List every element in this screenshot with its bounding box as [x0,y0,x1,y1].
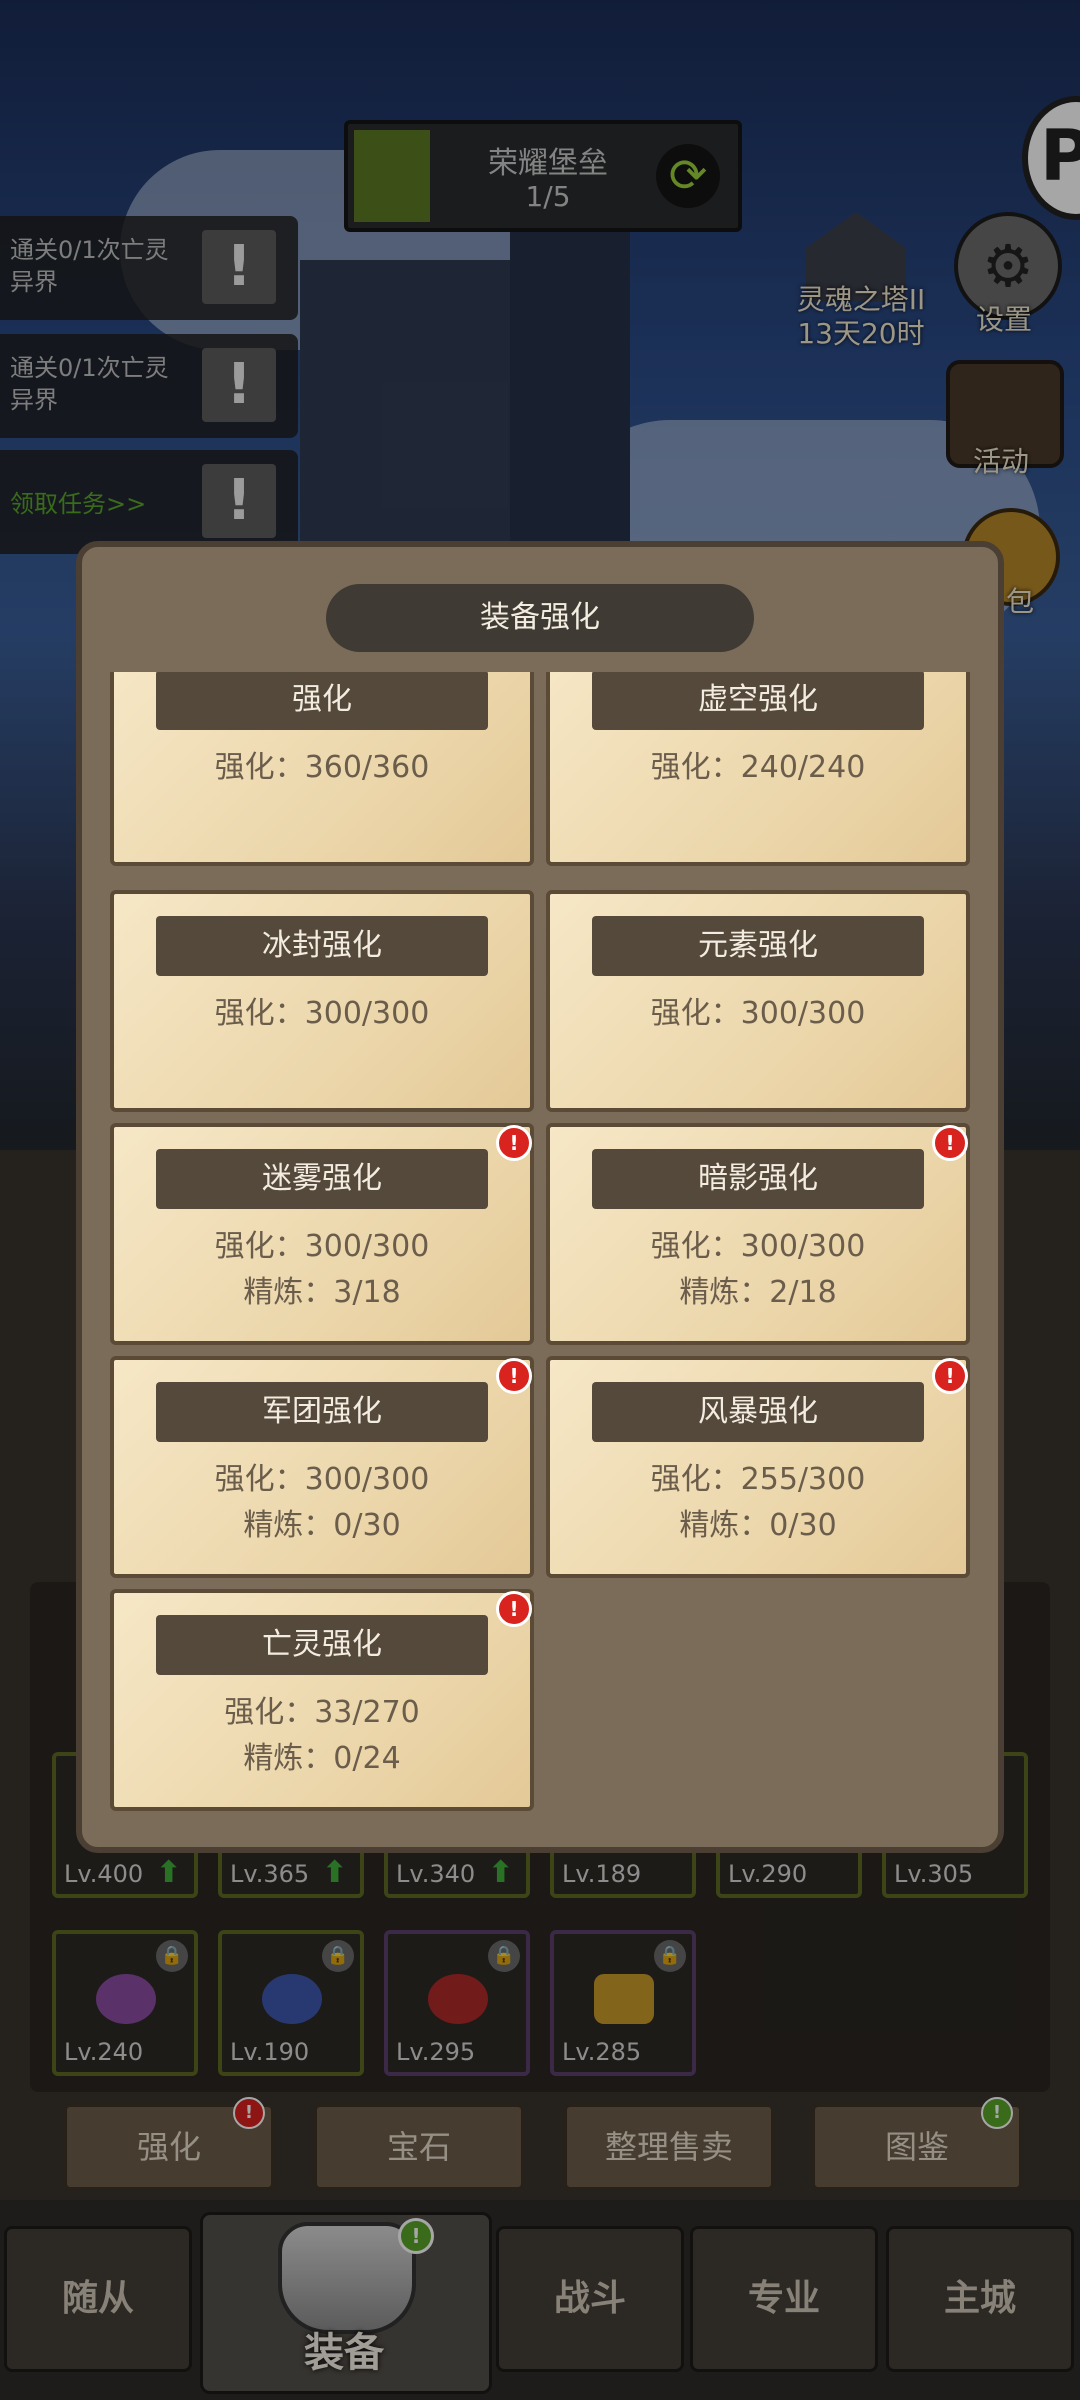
card-refine-progress: 精炼：0/24 [243,1741,401,1776]
card-title: 迷雾强化 [156,1149,488,1209]
dialog-title: 装备强化 [326,584,754,652]
enhance-card[interactable]: 元素强化 强化：300/300 [546,890,970,1112]
enhance-card[interactable]: 虚空强化 强化：240/240 [546,672,970,866]
card-title: 虚空强化 [592,672,924,730]
card-title: 暗影强化 [592,1149,924,1209]
alert-icon: ! [932,1358,968,1394]
card-enhance-progress: 强化：300/300 [214,1229,430,1264]
enhance-card[interactable]: 强化 强化：360/360 [110,672,534,866]
alert-icon: ! [496,1358,532,1394]
card-enhance-progress: 强化：33/270 [224,1695,420,1730]
alert-icon: ! [496,1125,532,1161]
card-title: 风暴强化 [592,1382,924,1442]
card-enhance-progress: 强化：300/300 [214,1462,430,1497]
card-title: 亡灵强化 [156,1615,488,1675]
card-refine-progress: 精炼：3/18 [243,1275,401,1310]
enhance-card[interactable]: 暗影强化 强化：300/300 精炼：2/18 ! [546,1123,970,1345]
alert-icon: ! [496,1591,532,1627]
card-enhance-progress: 强化：360/360 [214,750,430,785]
card-title: 元素强化 [592,916,924,976]
card-title: 强化 [156,672,488,730]
card-title: 冰封强化 [156,916,488,976]
enhance-card[interactable]: 风暴强化 强化：255/300 精炼：0/30 ! [546,1356,970,1578]
card-refine-progress: 精炼：0/30 [243,1508,401,1543]
enhance-card[interactable]: 军团强化 强化：300/300 精炼：0/30 ! [110,1356,534,1578]
card-enhance-progress: 强化：300/300 [214,996,430,1031]
alert-icon: ! [932,1125,968,1161]
enhance-card-list[interactable]: 强化 强化：360/360 虚空强化 强化：240/240 冰封强化 强化：30… [108,672,974,1812]
enhance-card[interactable]: 迷雾强化 强化：300/300 精炼：3/18 ! [110,1123,534,1345]
enhance-card[interactable]: 冰封强化 强化：300/300 [110,890,534,1112]
card-title: 军团强化 [156,1382,488,1442]
enhance-card[interactable]: 亡灵强化 强化：33/270 精炼：0/24 ! [110,1589,534,1811]
card-enhance-progress: 强化：300/300 [650,996,866,1031]
card-enhance-progress: 强化：300/300 [650,1229,866,1264]
card-enhance-progress: 强化：240/240 [650,750,866,785]
card-enhance-progress: 强化：255/300 [650,1462,866,1497]
card-refine-progress: 精炼：0/30 [679,1508,837,1543]
card-refine-progress: 精炼：2/18 [679,1275,837,1310]
